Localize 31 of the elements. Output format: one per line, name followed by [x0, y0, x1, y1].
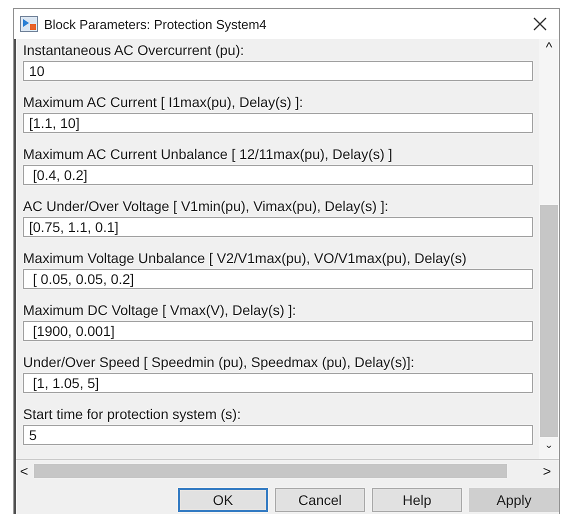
parameter-label: Maximum AC Current [ I1max(pu), Delay(s) ]:: [23, 93, 304, 112]
scrollbar-thumb[interactable]: [34, 464, 507, 478]
vertical-scrollbar[interactable]: ^ ˇ: [539, 39, 559, 459]
input-field[interactable]: [1900, 0.001]: [23, 321, 533, 341]
scrollbar-thumb[interactable]: [540, 205, 558, 437]
parameter-label: Under/Over Speed [ Speedmin (pu), Speedmax (pu), Delay(s)]:: [23, 353, 416, 372]
app-icon: [20, 16, 38, 32]
parameter-label: Maximum Voltage Unbalance [ V2/V1max(pu), VO/V1max(pu), Delay(s): [23, 249, 468, 268]
parameter-label: AC Under/Over Voltage [ V1min(pu), Vimax(pu), Delay(s) ]:: [23, 197, 390, 216]
input-field[interactable]: [1.1, 10]: [23, 113, 533, 133]
scroll-down-arrow[interactable]: ˇ: [546, 443, 552, 459]
parameter-label: Maximum AC Current Unbalance [ 12/11max(pu), Delay(s) ]: [23, 145, 394, 164]
input-field[interactable]: 5: [23, 425, 533, 445]
window-title: Block Parameters: Protection System4: [44, 16, 268, 32]
input-field[interactable]: [ 0.05, 0.05, 0.2]: [23, 269, 533, 289]
input-field[interactable]: [0.4, 0.2]: [23, 165, 533, 185]
parameter-label: Start time for protection system (s):: [23, 405, 242, 424]
scroll-left-arrow[interactable]: <: [20, 463, 28, 479]
dialog-button[interactable]: OK: [178, 488, 268, 512]
input-field[interactable]: [1, 1.05, 5]: [23, 373, 533, 393]
close-icon[interactable]: [533, 17, 547, 31]
scroll-up-arrow[interactable]: ^: [546, 39, 552, 55]
parameter-label: Instantaneous AC Overcurrent (pu):: [23, 41, 245, 60]
scroll-right-arrow[interactable]: >: [542, 463, 551, 479]
horizontal-scrollbar[interactable]: < >: [16, 459, 559, 482]
parameter-label: Maximum DC Voltage [ Vmax(V), Delay(s) ]:: [23, 301, 298, 320]
dialog-button[interactable]: Apply: [469, 488, 559, 512]
input-field[interactable]: [0.75, 1.1, 0.1]: [23, 217, 533, 237]
dialog-button[interactable]: Cancel: [275, 488, 365, 512]
dialog-button[interactable]: Help: [372, 488, 462, 512]
input-field[interactable]: 10: [23, 61, 533, 81]
